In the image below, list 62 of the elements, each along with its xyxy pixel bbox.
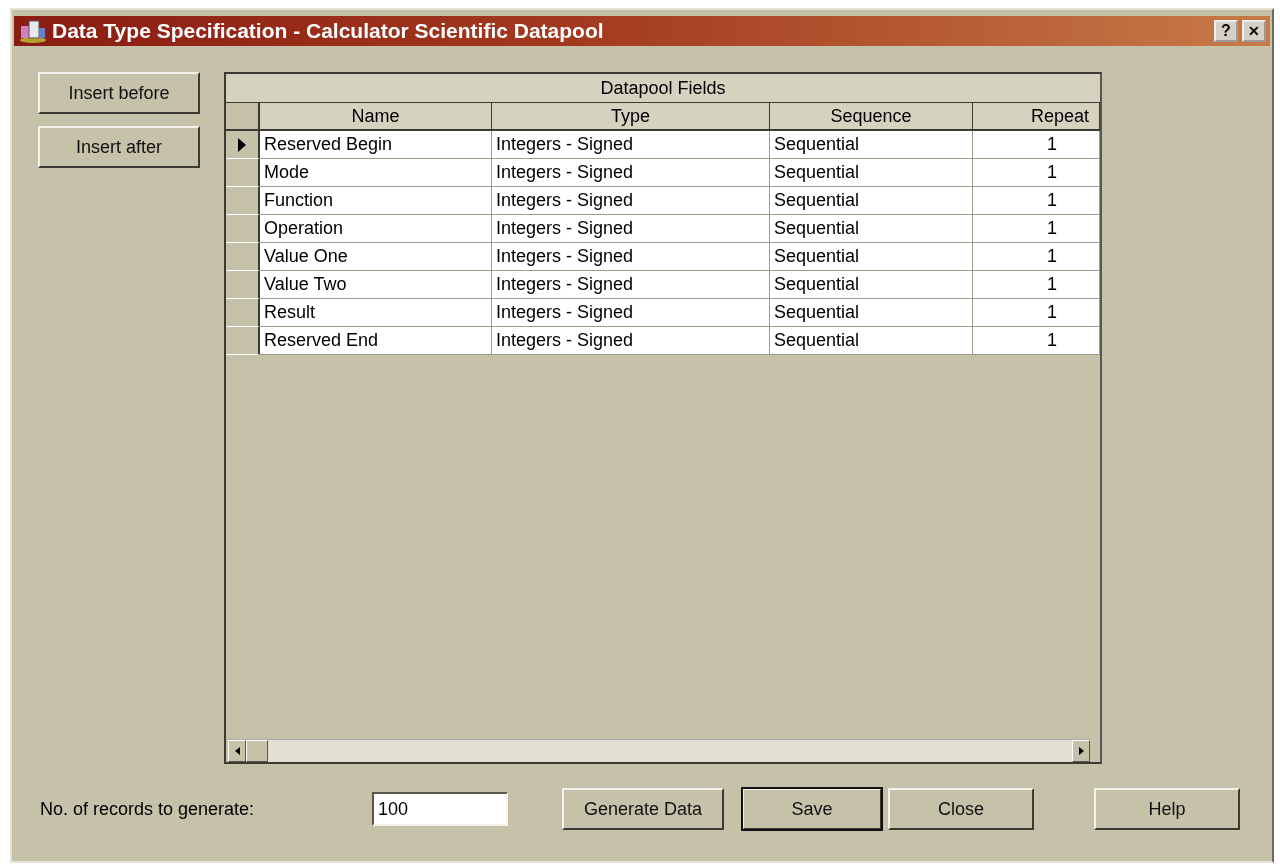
app-icon	[18, 18, 48, 44]
records-field[interactable]: 100	[372, 792, 508, 826]
table-cell: Sequential	[770, 299, 973, 327]
row-selector[interactable]	[226, 243, 260, 271]
insert-button[interactable]: Insert before	[38, 72, 200, 114]
row-selector[interactable]	[226, 271, 260, 299]
close-button[interactable]: ✕	[1242, 20, 1266, 42]
table-cell: 1	[973, 131, 1100, 159]
current-row-icon	[237, 137, 247, 152]
row-selector[interactable]	[226, 327, 260, 355]
records-label: No. of records to generate:	[40, 798, 256, 820]
table-cell: Integers - Signed	[492, 243, 770, 271]
table-cell: Integers - Signed	[492, 271, 770, 299]
table-cell: 1	[973, 299, 1100, 327]
insert-button[interactable]: Insert after	[38, 126, 200, 168]
table-cell: 1	[973, 215, 1100, 243]
table-cell: 1	[973, 243, 1100, 271]
row-selector[interactable]	[226, 215, 260, 243]
dialog-button[interactable]: Help	[1094, 788, 1240, 830]
dialog-button[interactable]: Generate Data	[562, 788, 724, 830]
table-cell: Sequential	[770, 187, 973, 215]
table-cell: Sequential	[770, 215, 973, 243]
table-cell: Integers - Signed	[492, 299, 770, 327]
table-cell: Value Two	[260, 271, 492, 299]
table-cell: Integers - Signed	[492, 215, 770, 243]
window-title: Data Type Specification - Calculator Scientific Datapool	[52, 19, 604, 43]
table-cell: Operation	[260, 215, 492, 243]
horizontal-scrollbar[interactable]	[228, 739, 1090, 762]
row-selector[interactable]	[226, 299, 260, 327]
table-cell: Sequential	[770, 159, 973, 187]
table-cell: Integers - Signed	[492, 131, 770, 159]
table-cell: 1	[973, 187, 1100, 215]
scroll-right-icon	[1078, 747, 1084, 755]
dialog-button[interactable]: Save	[742, 788, 882, 830]
column-header[interactable]: Sequence	[770, 103, 973, 131]
table-cell: Sequential	[770, 327, 973, 355]
scroll-left-icon	[234, 747, 240, 755]
table-cell: Sequential	[770, 271, 973, 299]
table-cell: 1	[973, 159, 1100, 187]
table-cell: 1	[973, 271, 1100, 299]
row-selector[interactable]	[226, 187, 260, 215]
dialog-button[interactable]: Close	[888, 788, 1034, 830]
table-cell: Function	[260, 187, 492, 215]
table-cell: Integers - Signed	[492, 327, 770, 355]
table-cell: Mode	[260, 159, 492, 187]
scroll-thumb[interactable]	[246, 740, 268, 762]
table-cell: Reserved Begin	[260, 131, 492, 159]
column-header[interactable]: Repeat	[973, 103, 1100, 131]
column-header[interactable]: Type	[492, 103, 770, 131]
row-selector[interactable]	[226, 159, 260, 187]
table-cell: Result	[260, 299, 492, 327]
table-cell: Integers - Signed	[492, 187, 770, 215]
help-button[interactable]: ?	[1214, 20, 1238, 42]
table-cell: Integers - Signed	[492, 159, 770, 187]
column-header[interactable]: Name	[260, 103, 492, 131]
grid-caption: Datapool Fields	[226, 74, 1100, 103]
table-cell: Reserved End	[260, 327, 492, 355]
table-cell: 1	[973, 327, 1100, 355]
table-cell: Sequential	[770, 243, 973, 271]
table-cell: Sequential	[770, 131, 973, 159]
row-selector[interactable]	[226, 131, 260, 159]
table-cell: Value One	[260, 243, 492, 271]
